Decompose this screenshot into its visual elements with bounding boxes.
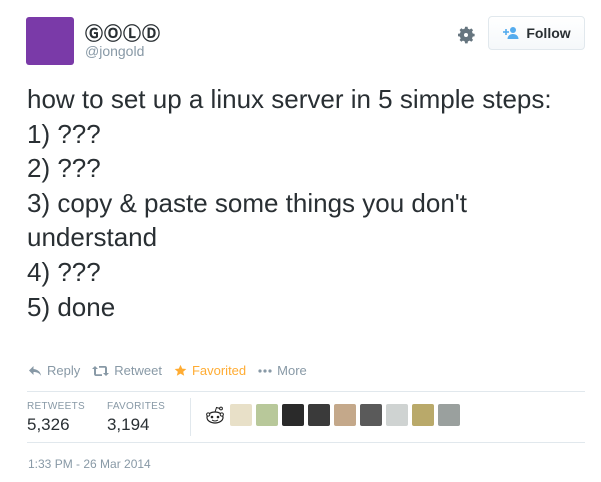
favoriter-avatar[interactable] <box>256 404 278 426</box>
ellipsis-icon <box>258 368 272 373</box>
favoriter-avatar[interactable] <box>308 404 330 426</box>
reply-icon <box>29 365 41 376</box>
favoriter-avatar[interactable] <box>360 404 382 426</box>
retweets-stat[interactable]: RETWEETS 5,326 <box>27 401 85 435</box>
favorites-stat[interactable]: FAVORITES 3,194 <box>107 401 165 435</box>
favoriter-avatar[interactable] <box>282 404 304 426</box>
favoriter-avatar[interactable] <box>412 404 434 426</box>
tweet-actions: Reply Retweet Favorited More <box>28 363 319 378</box>
divider <box>27 442 585 443</box>
user-handle[interactable]: @jongold <box>85 43 144 59</box>
favoriter-avatars <box>204 404 460 426</box>
tweet-text: how to set up a linux server in 5 simple… <box>27 84 552 322</box>
more-label: More <box>277 363 307 378</box>
retweets-count: 5,326 <box>27 415 70 434</box>
gear-icon[interactable] <box>455 24 477 46</box>
favorited-label: Favorited <box>191 363 247 378</box>
favoriter-avatar[interactable] <box>334 404 356 426</box>
follow-button[interactable]: Follow <box>488 16 585 50</box>
tweet-timestamp[interactable]: 1:33 PM - 26 Mar 2014 <box>28 457 151 471</box>
follow-label: Follow <box>526 25 571 41</box>
retweet-icon <box>92 365 110 376</box>
stats-separator <box>190 398 191 436</box>
reply-button[interactable]: Reply <box>28 363 80 378</box>
avatar[interactable] <box>26 17 74 65</box>
reddit-alien-icon[interactable] <box>204 404 226 426</box>
divider <box>27 391 585 392</box>
star-icon <box>174 364 187 376</box>
favorite-button[interactable]: Favorited <box>174 363 246 378</box>
retweet-button[interactable]: Retweet <box>92 363 162 378</box>
favoriter-avatar[interactable] <box>230 404 252 426</box>
add-user-icon <box>503 27 519 39</box>
favoriter-avatar[interactable] <box>438 404 460 426</box>
favorites-count: 3,194 <box>106 415 150 434</box>
tweet-stats: RETWEETS 5,326 FAVORITES 3,194 <box>27 401 187 435</box>
reply-label: Reply <box>47 363 81 378</box>
retweet-label: Retweet <box>114 363 162 378</box>
retweets-label: RETWEETS <box>27 401 85 412</box>
favorites-label: FAVORITES <box>106 401 166 412</box>
more-button[interactable]: More <box>258 363 307 378</box>
favoriter-avatar[interactable] <box>386 404 408 426</box>
